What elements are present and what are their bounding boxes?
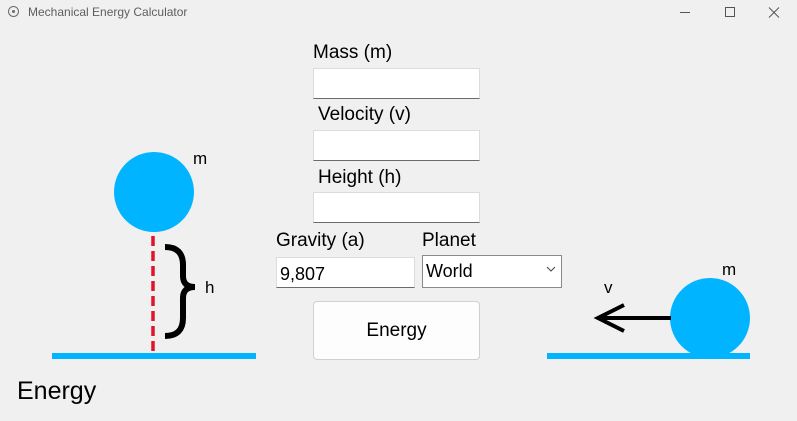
maximize-button[interactable] (707, 0, 753, 26)
velocity-label: Velocity (v) (318, 104, 411, 125)
title-bar: Mechanical Energy Calculator (0, 0, 797, 26)
potential-energy-diagram: m h (52, 149, 256, 359)
ball-moving (670, 278, 750, 358)
height-label-form: Height (h) (318, 167, 402, 188)
ground-line-right (547, 353, 750, 359)
gravity-input[interactable] (276, 257, 415, 288)
app-icon (8, 6, 19, 17)
velocity-input[interactable] (313, 130, 480, 161)
minimize-button[interactable] (662, 0, 708, 26)
height-input[interactable] (313, 192, 480, 223)
ball-elevated (114, 152, 194, 232)
close-icon (768, 7, 780, 18)
energy-button[interactable]: Energy (313, 301, 480, 360)
planet-label: Planet (422, 230, 476, 251)
mass-label-right: m (722, 260, 736, 279)
maximize-icon (725, 7, 735, 17)
gravity-label: Gravity (a) (276, 230, 365, 251)
ground-line-left (52, 353, 256, 359)
velocity-label-diagram: v (604, 278, 613, 297)
minimize-icon (680, 12, 690, 13)
close-button[interactable] (751, 0, 797, 26)
kinetic-energy-diagram: m v (547, 260, 750, 359)
height-brace-icon (164, 244, 196, 339)
height-label: h (205, 278, 214, 297)
energy-result: Energy (17, 377, 97, 405)
window-title: Mechanical Energy Calculator (28, 5, 188, 19)
mass-input[interactable] (313, 68, 480, 99)
mass-label: Mass (m) (313, 42, 393, 63)
mass-label-left: m (193, 149, 207, 168)
planet-selected-value: World (426, 261, 473, 281)
